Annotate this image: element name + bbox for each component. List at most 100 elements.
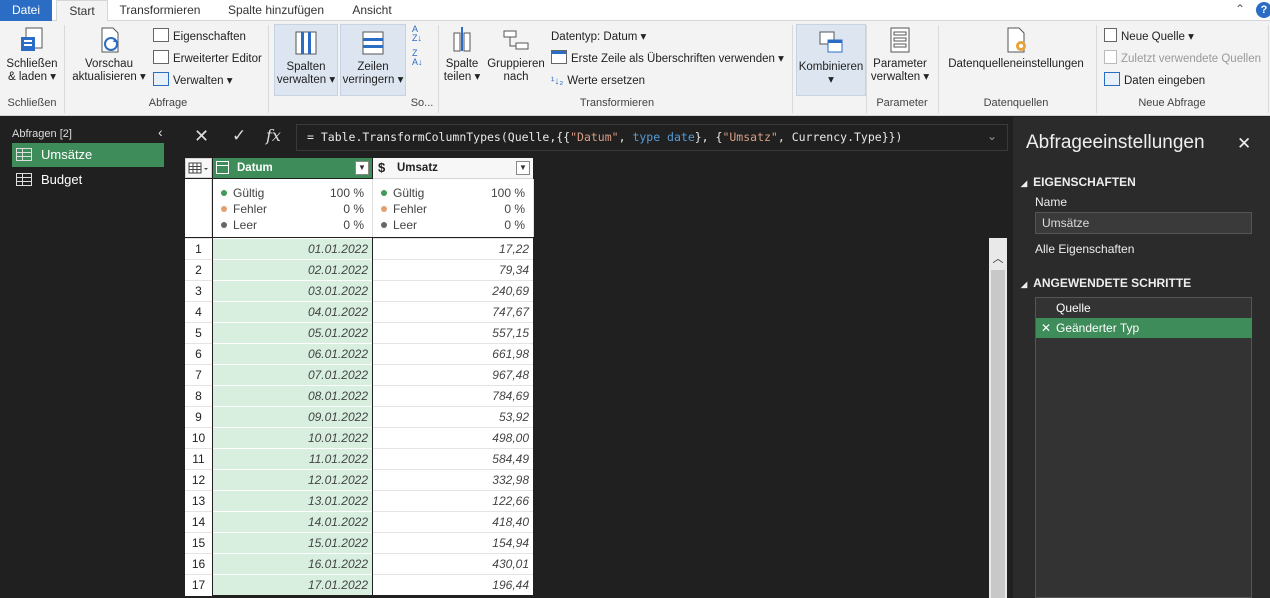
cell-datum[interactable]: 10.01.2022 xyxy=(213,427,372,448)
reduce-rows-button[interactable]: Zeilen verringern ▾ xyxy=(340,24,406,96)
filter-dropdown-icon[interactable]: ▼ xyxy=(355,161,369,175)
row-number[interactable]: 13 xyxy=(185,490,212,512)
applied-step-quelle[interactable]: Quelle xyxy=(1036,298,1252,318)
cell-datum[interactable]: 16.01.2022 xyxy=(213,553,372,574)
all-properties-link[interactable]: Alle Eigenschaften xyxy=(1035,242,1134,256)
cell-datum[interactable]: 03.01.2022 xyxy=(213,280,372,301)
sort-descending-button[interactable]: Z A↓ xyxy=(412,49,430,67)
row-number[interactable]: 3 xyxy=(185,280,212,302)
row-number[interactable]: 9 xyxy=(185,406,212,428)
datatype-dropdown[interactable]: Datentyp: Datum ▾ xyxy=(551,28,646,46)
row-number[interactable]: 6 xyxy=(185,343,212,365)
cell-umsatz[interactable]: 784,69 xyxy=(373,385,533,406)
cell-datum[interactable]: 06.01.2022 xyxy=(213,343,372,364)
manage-button[interactable]: Verwalten ▾ xyxy=(153,72,232,90)
tab-ansicht[interactable]: Ansicht xyxy=(340,0,404,21)
confirm-formula-icon[interactable]: ✓ xyxy=(232,126,246,146)
manage-columns-button[interactable]: Spalten verwalten ▾ xyxy=(274,24,338,96)
cell-umsatz[interactable]: 79,34 xyxy=(373,259,533,280)
cell-datum[interactable]: 05.01.2022 xyxy=(213,322,372,343)
cell-umsatz[interactable]: 430,01 xyxy=(373,553,533,574)
cell-datum[interactable]: 11.01.2022 xyxy=(213,448,372,469)
delete-step-icon[interactable]: ✕ xyxy=(1041,318,1051,338)
first-row-header-button[interactable]: Erste Zeile als Überschriften verwenden … xyxy=(551,50,784,68)
row-number[interactable]: 2 xyxy=(185,259,212,281)
combine-button[interactable]: Kombinieren ▾ xyxy=(796,24,866,96)
manage-parameters-button[interactable]: Parameter verwalten ▾ xyxy=(868,25,932,84)
cell-umsatz[interactable]: 418,40 xyxy=(373,511,533,532)
row-number[interactable]: 16 xyxy=(185,553,212,575)
scroll-up-icon[interactable]: ︿ xyxy=(989,250,1007,268)
column-header-umsatz[interactable]: $ Umsatz ▼ xyxy=(373,158,533,179)
cell-umsatz[interactable]: 661,98 xyxy=(373,343,533,364)
cell-datum[interactable]: 08.01.2022 xyxy=(213,385,372,406)
row-number[interactable]: 11 xyxy=(185,448,212,470)
cell-umsatz[interactable]: 332,98 xyxy=(373,469,533,490)
column-header-datum[interactable]: Datum ▼ xyxy=(213,158,372,178)
help-icon[interactable]: ? xyxy=(1256,2,1270,18)
cancel-formula-icon[interactable]: ✕ xyxy=(194,126,209,147)
query-item-budget[interactable]: Budget xyxy=(12,168,164,192)
tab-start[interactable]: Start xyxy=(56,0,108,23)
tab-transformieren[interactable]: Transformieren xyxy=(110,0,210,21)
row-number[interactable]: 8 xyxy=(185,385,212,407)
expand-formula-icon[interactable]: ⌄ xyxy=(987,129,997,143)
formula-input[interactable]: = Table.TransformColumnTypes(Quelle,{{"D… xyxy=(296,124,1008,151)
scrollbar-thumb[interactable] xyxy=(991,270,1005,598)
properties-button[interactable]: Eigenschaften xyxy=(153,28,246,46)
filter-dropdown-icon[interactable]: ▼ xyxy=(516,161,530,175)
recent-sources-button[interactable]: Zuletzt verwendete Quellen xyxy=(1104,50,1261,68)
tab-datei[interactable]: Datei xyxy=(0,0,52,21)
row-number[interactable]: 7 xyxy=(185,364,212,386)
cell-umsatz[interactable]: 747,67 xyxy=(373,301,533,322)
cell-datum[interactable]: 14.01.2022 xyxy=(213,511,372,532)
sort-ascending-button[interactable]: A Z↓ xyxy=(412,25,430,43)
properties-section-header[interactable]: ◢ EIGENSCHAFTEN xyxy=(1021,175,1136,189)
cell-umsatz[interactable]: 967,48 xyxy=(373,364,533,385)
cell-umsatz[interactable]: 196,44 xyxy=(373,574,533,595)
refresh-preview-button[interactable]: Vorschau aktualisieren ▾ xyxy=(70,25,148,84)
row-number[interactable]: 15 xyxy=(185,532,212,554)
cell-datum[interactable]: 04.01.2022 xyxy=(213,301,372,322)
cell-datum[interactable]: 15.01.2022 xyxy=(213,532,372,553)
cell-umsatz[interactable]: 240,69 xyxy=(373,280,533,301)
close-load-button[interactable]: Schließen & laden ▾ xyxy=(4,25,60,84)
cell-datum[interactable]: 13.01.2022 xyxy=(213,490,372,511)
table-menu-button[interactable] xyxy=(185,158,212,178)
cell-umsatz[interactable]: 557,15 xyxy=(373,322,533,343)
query-name-input[interactable]: Umsätze xyxy=(1035,212,1252,234)
row-number[interactable]: 17 xyxy=(185,574,212,596)
row-number[interactable]: 5 xyxy=(185,322,212,344)
collapse-queries-icon[interactable]: ‹ xyxy=(158,124,163,140)
cell-umsatz[interactable]: 154,94 xyxy=(373,532,533,553)
cell-umsatz[interactable]: 498,00 xyxy=(373,427,533,448)
datasource-settings-button[interactable]: Datenquelleneinstellungen xyxy=(942,25,1090,71)
row-number[interactable]: 14 xyxy=(185,511,212,533)
function-fx-icon[interactable]: fx xyxy=(266,126,281,145)
query-item-umsaetze[interactable]: Umsätze xyxy=(12,143,164,167)
replace-values-button[interactable]: ¹↓₂ Werte ersetzen xyxy=(551,72,645,90)
cell-umsatz[interactable]: 584,49 xyxy=(373,448,533,469)
cell-datum[interactable]: 17.01.2022 xyxy=(213,574,372,595)
cell-datum[interactable]: 02.01.2022 xyxy=(213,259,372,280)
cell-datum[interactable]: 01.01.2022 xyxy=(213,238,372,259)
split-column-button[interactable]: Spalte teilen ▾ xyxy=(442,25,482,84)
cell-datum[interactable]: 12.01.2022 xyxy=(213,469,372,490)
row-number[interactable]: 1 xyxy=(185,238,212,260)
row-number[interactable]: 4 xyxy=(185,301,212,323)
cell-umsatz[interactable]: 122,66 xyxy=(373,490,533,511)
enter-data-button[interactable]: Daten eingeben xyxy=(1104,72,1205,90)
cell-datum[interactable]: 09.01.2022 xyxy=(213,406,372,427)
new-source-button[interactable]: Neue Quelle ▾ xyxy=(1104,28,1194,46)
group-by-button[interactable]: Gruppieren nach xyxy=(484,25,548,84)
row-number[interactable]: 10 xyxy=(185,427,212,449)
collapse-ribbon-icon[interactable]: ⌃ xyxy=(1232,2,1248,18)
advanced-editor-button[interactable]: Erweiterter Editor xyxy=(153,50,262,68)
applied-steps-section-header[interactable]: ◢ ANGEWENDETE SCHRITTE xyxy=(1021,276,1191,290)
row-number[interactable]: 12 xyxy=(185,469,212,491)
close-icon[interactable]: ✕ xyxy=(1237,134,1251,154)
cell-datum[interactable]: 07.01.2022 xyxy=(213,364,372,385)
tab-spalte-hinzufuegen[interactable]: Spalte hinzufügen xyxy=(214,0,338,21)
cell-umsatz[interactable]: 17,22 xyxy=(373,238,533,259)
cell-umsatz[interactable]: 53,92 xyxy=(373,406,533,427)
